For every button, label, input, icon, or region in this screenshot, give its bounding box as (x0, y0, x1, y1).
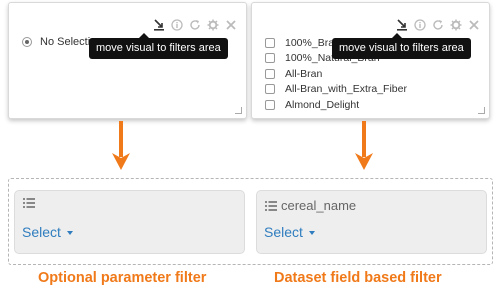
dataset-field-filter-control: cereal_name Select (256, 190, 487, 254)
filter-header (23, 198, 39, 208)
info-icon[interactable] (414, 19, 426, 31)
filter-header: cereal_name (265, 198, 356, 213)
caption-dataset-field-filter: Dataset field based filter (274, 270, 442, 286)
caret-down-icon (66, 231, 73, 235)
close-icon[interactable] (468, 19, 480, 31)
tooltip: move visual to filters area (89, 33, 228, 59)
filter-select-dropdown[interactable]: Select (22, 224, 73, 240)
radio-label: No Selection (40, 36, 90, 48)
caption-optional-parameter-filter: Optional parameter filter (38, 270, 207, 286)
checkbox[interactable] (265, 53, 275, 64)
checkbox-label: All-Bran (285, 67, 323, 80)
down-arrow-icon (354, 121, 374, 171)
select-label: Select (22, 224, 61, 240)
refresh-icon[interactable] (432, 19, 444, 31)
parameter-filter-control: Select (14, 190, 245, 254)
visual-toolbar (396, 18, 480, 32)
checkbox-option[interactable]: All-Bran_with_Extra_Fiber (265, 82, 407, 98)
checkbox[interactable] (265, 37, 275, 48)
checkbox[interactable] (265, 68, 275, 79)
caret-down-icon (308, 231, 315, 235)
resize-handle[interactable] (235, 107, 242, 114)
optional-parameter-visual: No Selection (8, 2, 247, 119)
checkbox-label: Almond_Delight (285, 98, 360, 111)
checkbox-label: All-Bran_with_Extra_Fiber (285, 83, 407, 96)
visual-toolbar (153, 18, 237, 32)
gear-icon[interactable] (207, 19, 219, 31)
move-to-filters-icon[interactable] (396, 19, 408, 31)
info-icon[interactable] (171, 19, 183, 31)
gear-icon[interactable] (450, 19, 462, 31)
move-to-filters-icon[interactable] (153, 19, 165, 31)
checkbox[interactable] (265, 84, 275, 95)
list-icon (23, 198, 35, 208)
checkbox-option[interactable]: Almond_Delight (265, 97, 407, 113)
select-label: Select (264, 224, 303, 240)
tooltip: move visual to filters area (332, 33, 471, 59)
checkbox-option[interactable]: All-Bran (265, 66, 407, 82)
resize-handle[interactable] (478, 107, 485, 114)
radio-option-no-selection[interactable]: No Selection (22, 36, 90, 48)
refresh-icon[interactable] (189, 19, 201, 31)
down-arrow-icon (111, 121, 131, 171)
list-icon (265, 200, 277, 211)
radio-button[interactable] (22, 37, 32, 47)
close-icon[interactable] (225, 19, 237, 31)
filter-select-dropdown[interactable]: Select (264, 224, 315, 240)
filter-name: cereal_name (281, 198, 357, 213)
dataset-field-visual: 100%_Bran 100%_Natural_Bran All-Bran All… (251, 2, 490, 119)
checkbox[interactable] (265, 99, 275, 110)
